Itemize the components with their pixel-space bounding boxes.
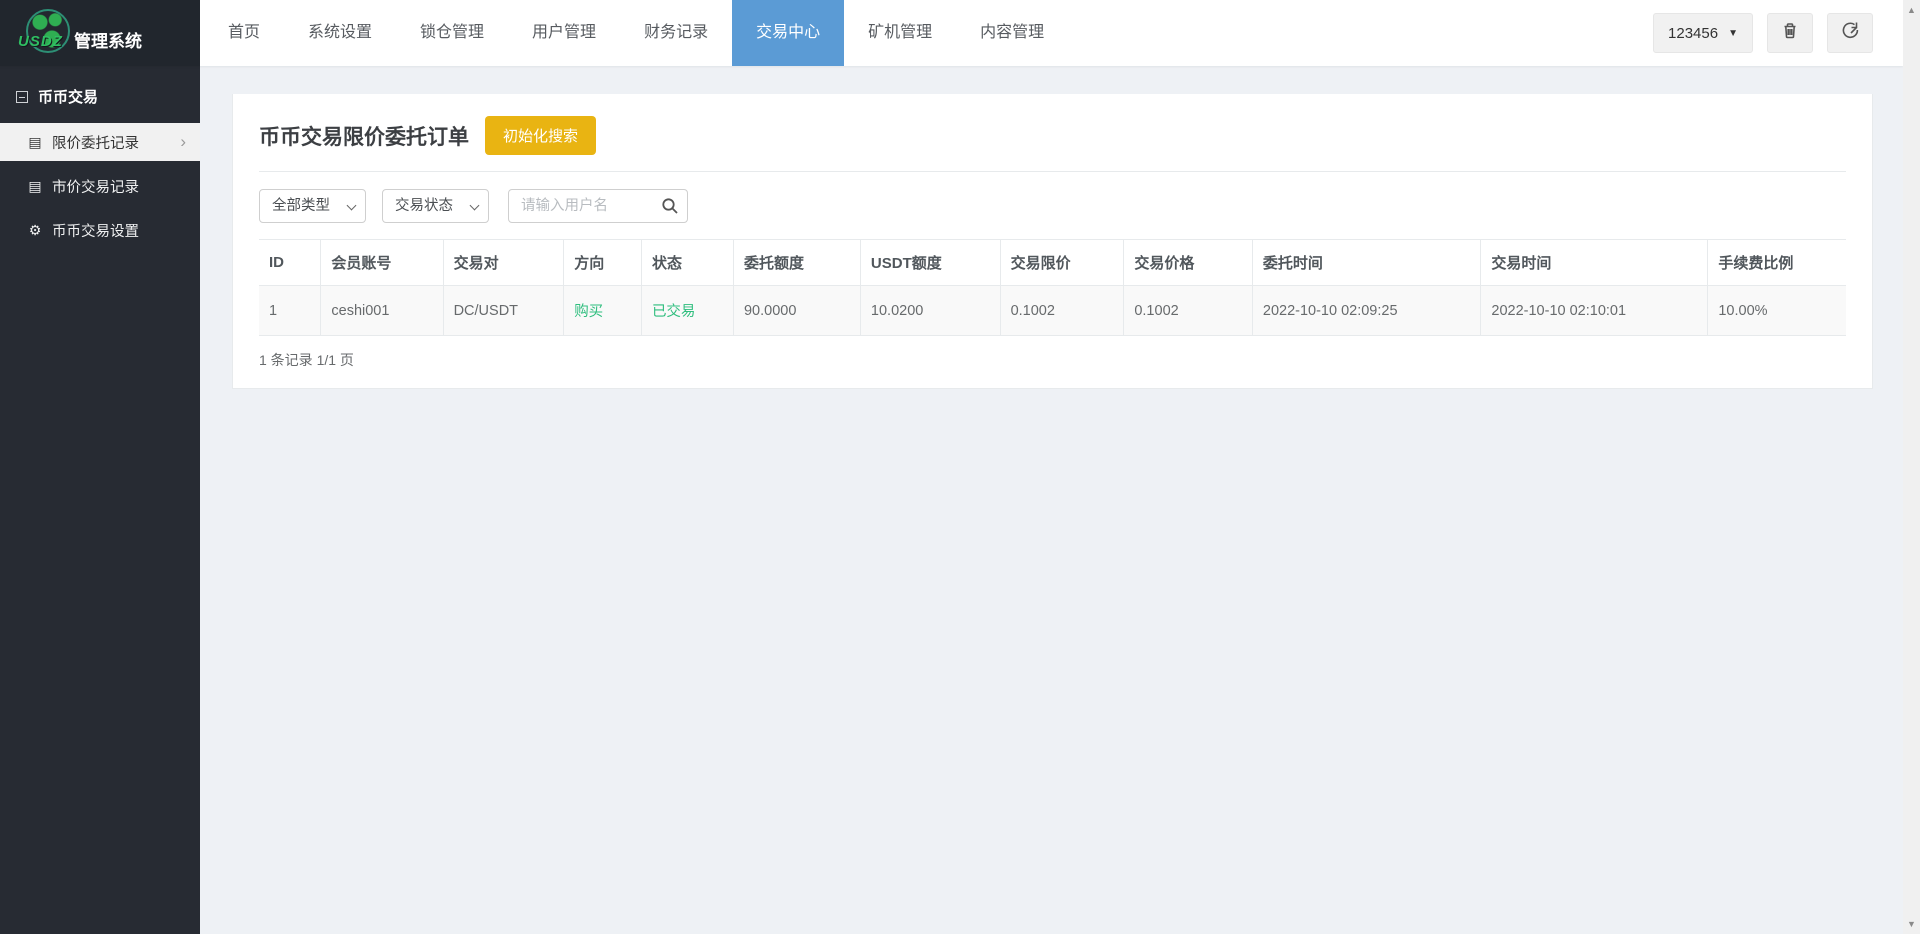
column-header: 委托额度 [732,239,861,286]
page-title: 币币交易限价委托订单 [259,125,469,149]
column-header: USDT额度 [859,239,1001,286]
caret-down-icon: ▼ [1728,27,1738,39]
column-header: 交易限价 [999,239,1124,286]
table-cell: 1 [259,285,321,336]
table-cell: DC/USDT [442,285,564,336]
table-row: 1 ceshi001 DC/USDT 购买 已交易 90.0000 10.0200 0.100… [259,285,1846,336]
nav-item-5[interactable]: 交易中心 [732,0,845,66]
table-cell: 10.00% [1707,285,1846,336]
scroll-down-icon[interactable]: ▼ [1903,919,1920,929]
brand-logo-text: USDZ [18,33,63,50]
orders-table: ID 会员账号 交易对 方向 状态 委托额度 USDT额度 交易限价 交易价格 委托时间 交易时间手… [259,239,1846,336]
sidebar-item-label: 币币交易设置 [52,223,139,240]
search-icon[interactable] [661,197,679,215]
user-menu-button[interactable]: 123456 ▼ [1653,13,1753,53]
nav-item-4[interactable]: 财务记录 [620,0,732,66]
gear-icon: ⚙ [28,221,42,238]
nav-item-7[interactable]: 内容管理 [956,0,1068,66]
sidebar-item-label: 限价委托记录 [52,135,139,152]
nav-item-6[interactable]: 矿机管理 [844,0,956,66]
username-search [508,189,688,223]
table-cell: 2022-10-10 02:09:25 [1251,285,1481,336]
trash-icon [1781,21,1799,45]
top-navbar: USDZ 管理系统 首页 系统设置 锁仓管理 用户管理 财务记录 交易中心 矿机管理 内容管理… [0,0,1903,66]
column-header: 委托时间 [1251,239,1481,286]
table-header-row: ID 会员账号 交易对 方向 状态 委托额度 USDT额度 交易限价 交易价格 委托时间 交易时间手… [259,239,1846,286]
list-icon: ▤ [28,177,42,194]
column-header: 交易对 [442,239,564,286]
scroll-up-icon[interactable]: ▲ [1903,5,1920,15]
type-select[interactable]: 全部类型 [259,189,366,223]
status-select[interactable]: 交易状态 [382,189,489,223]
vertical-scrollbar[interactable]: ▲ ▼ [1903,0,1920,934]
nav-item-3[interactable]: 用户管理 [508,0,620,66]
topbar-right-controls: 123456 ▼ [1653,0,1873,66]
table-cell: 已交易 [640,285,734,336]
sidebar-item-label: 市价交易记录 [52,179,139,196]
sidebar: 币币交易 ▤限价委托记录›▤市价交易记录›⚙币币交易设置› [0,66,200,934]
sidebar-items: ▤限价委托记录›▤市价交易记录›⚙币币交易设置› [0,123,200,249]
sidebar-item-0[interactable]: ▤ 限价委托记录 › [0,123,200,161]
column-header: 交易价格 [1123,239,1253,286]
filter-bar: 全部类型 交易状态 [233,172,1872,233]
orders-card: 币币交易限价委托订单 初始化搜索 全部类型 交易状态 请输入用户名 ID 会员账… [232,94,1873,389]
table-cell: 10.0200 [859,285,1001,336]
table-cell: ceshi001 [320,285,444,336]
user-menu-label: 123456 [1668,24,1719,42]
brand-title: 管理系统 [74,32,142,51]
reset-search-button[interactable]: 初始化搜索 [485,116,597,155]
sidebar-item-1[interactable]: ▤市价交易记录› [0,167,200,205]
brand-logo: USDZ 管理系统 [0,0,200,66]
table-cell: 2022-10-10 02:10:01 [1480,285,1708,336]
column-header: ID [259,239,321,286]
sidebar-group-coin-trade[interactable]: 币币交易 [0,66,200,123]
chevron-right-icon: › [180,132,186,151]
nav-item-0[interactable]: 首页 [204,0,284,66]
chevron-down-icon [346,200,357,211]
chevron-down-icon [469,200,480,211]
table-cell: 购买 [563,285,642,336]
logout-icon [1841,21,1860,45]
column-header: 会员账号 [320,239,444,286]
type-select-value: 全部类型 [272,198,330,214]
logout-button[interactable] [1827,13,1873,53]
column-header: 手续费比例 [1707,239,1846,286]
column-header: 方向 [563,239,642,286]
table-cell: 0.1002 [999,285,1124,336]
table-cell: 0.1002 [1123,285,1253,336]
trash-button[interactable] [1767,13,1813,53]
collapse-minus-icon [16,90,28,103]
status-select-value: 交易状态 [395,198,453,214]
column-header: 状态 [640,239,734,286]
nav-item-2[interactable]: 锁仓管理 [396,0,508,66]
nav-item-1[interactable]: 系统设置 [284,0,396,66]
table-cell: 90.0000 [732,285,861,336]
top-nav: 首页 系统设置 锁仓管理 用户管理 财务记录 交易中心 矿机管理 内容管理 [204,0,1068,66]
card-header: 币币交易限价委托订单 初始化搜索 [233,94,1872,171]
sidebar-item-2[interactable]: ⚙币币交易设置› [0,211,200,249]
main-content: 币币交易限价委托订单 初始化搜索 全部类型 交易状态 请输入用户名 ID 会员账… [200,66,1903,934]
column-header: 交易时间 [1480,239,1708,286]
list-icon: ▤ [28,133,42,150]
sidebar-group-label: 币币交易 [38,89,99,106]
record-count: 1 条记录 1/1 页 [259,352,354,368]
